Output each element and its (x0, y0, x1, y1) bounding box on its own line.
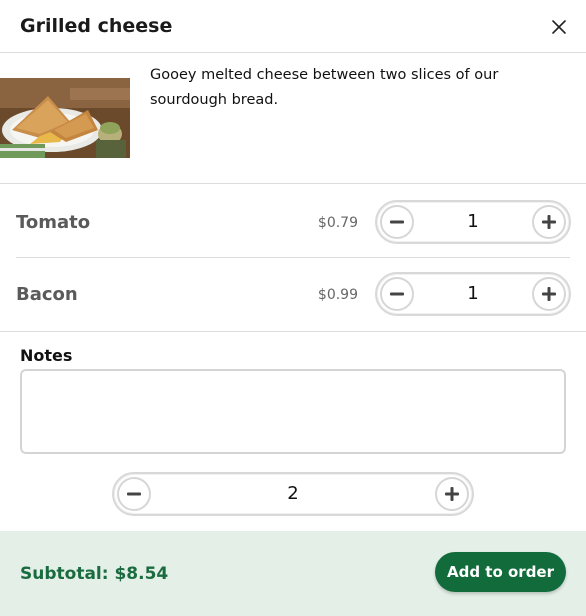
option-row-tomato: Tomato $0.79 1 (0, 186, 586, 258)
close-button[interactable] (548, 16, 570, 38)
plus-icon (542, 215, 556, 229)
increase-button[interactable] (532, 205, 566, 239)
product-description: Gooey melted cheese between two slices o… (150, 67, 499, 108)
notes-label: Notes (20, 346, 73, 365)
quantity-stepper: 1 (375, 272, 571, 316)
quantity-stepper: 1 (375, 200, 571, 244)
option-price: $0.99 (317, 287, 358, 303)
add-to-order-button[interactable]: Add to order (435, 552, 566, 592)
quantity-value: 1 (467, 211, 479, 232)
option-name: Bacon (16, 284, 78, 305)
plus-icon (445, 487, 459, 501)
minus-icon (127, 492, 141, 496)
item-quantity-stepper: 2 (112, 472, 474, 516)
dialog-header: Grilled cheese (0, 0, 586, 53)
option-row-bacon: Bacon $0.99 1 (0, 258, 586, 330)
section-divider (0, 331, 586, 332)
plus-icon (542, 287, 556, 301)
option-name: Tomato (16, 212, 91, 233)
dialog-footer: Subtotal: $8.54 Add to order (0, 531, 586, 616)
dialog-title: Grilled cheese (20, 15, 173, 37)
subtotal-text: Subtotal: $8.54 (20, 564, 169, 584)
option-price: $0.79 (317, 215, 358, 231)
quantity-value: 1 (467, 283, 479, 304)
close-icon (552, 20, 566, 34)
decrease-item-button[interactable] (117, 477, 151, 511)
product-section: Gooey melted cheese between two slices o… (0, 53, 586, 184)
decrease-button[interactable] (380, 205, 414, 239)
notes-field[interactable] (20, 369, 566, 454)
increase-button[interactable] (532, 277, 566, 311)
minus-icon (390, 220, 404, 224)
decrease-button[interactable] (380, 277, 414, 311)
product-image (0, 78, 130, 158)
increase-item-button[interactable] (435, 477, 469, 511)
minus-icon (390, 292, 404, 296)
item-quantity-value: 2 (287, 483, 299, 504)
